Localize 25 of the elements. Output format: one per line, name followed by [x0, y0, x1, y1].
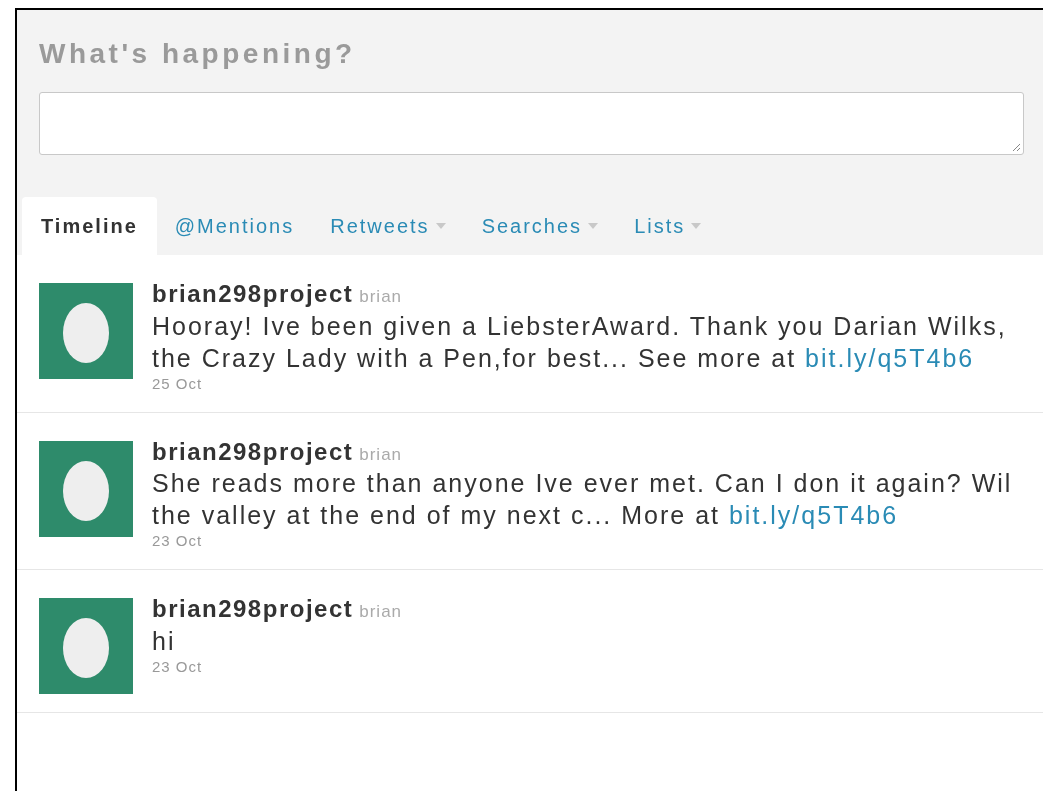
tweet-date[interactable]: 23 Oct — [152, 531, 203, 551]
egg-avatar-icon[interactable] — [39, 598, 133, 694]
short-link[interactable]: bit.ly/q5T4b6 — [728, 501, 899, 529]
tweet-date[interactable]: 23 Oct — [152, 656, 203, 677]
display-name: brian — [359, 601, 403, 623]
tweet-input-field[interactable] — [39, 92, 1024, 155]
short-link[interactable]: bit.ly/q5T4b6 — [805, 343, 975, 372]
egg-avatar-icon[interactable] — [39, 440, 133, 537]
tab[interactable]: Lists — [616, 197, 720, 255]
username-link[interactable]: brian298project — [152, 281, 354, 307]
tab[interactable]: Retweets — [312, 197, 464, 255]
tweet-date[interactable]: 25 Oct — [152, 373, 203, 394]
tweet-text: Hooray! Ive been given a LiebsterAward. Thank you Darian Wilks, the Crazy Lady with a Pen,for best... See more at bit.ly/q5T4b6 — [152, 310, 1008, 374]
tweet-text: hi — [152, 625, 177, 657]
display-name: brian — [359, 443, 403, 466]
tweet-text: She reads more than anyone Ive ever met. Can I don it again? Wil the valley at the end of my next c... More at bit.ly/q5T4b6 — [152, 468, 1014, 531]
username-link[interactable]: brian298project — [152, 438, 354, 465]
resize-handle-icon[interactable] — [1012, 143, 1021, 152]
tab[interactable]: @Mentions — [156, 197, 313, 255]
egg-avatar-icon[interactable] — [39, 283, 133, 379]
tab[interactable]: Searches — [463, 197, 617, 255]
composer-heading: What's happening? — [39, 38, 356, 70]
username-link[interactable]: brian298project — [152, 596, 354, 622]
display-name: brian — [359, 286, 403, 308]
tab[interactable]: Timeline — [22, 197, 157, 255]
